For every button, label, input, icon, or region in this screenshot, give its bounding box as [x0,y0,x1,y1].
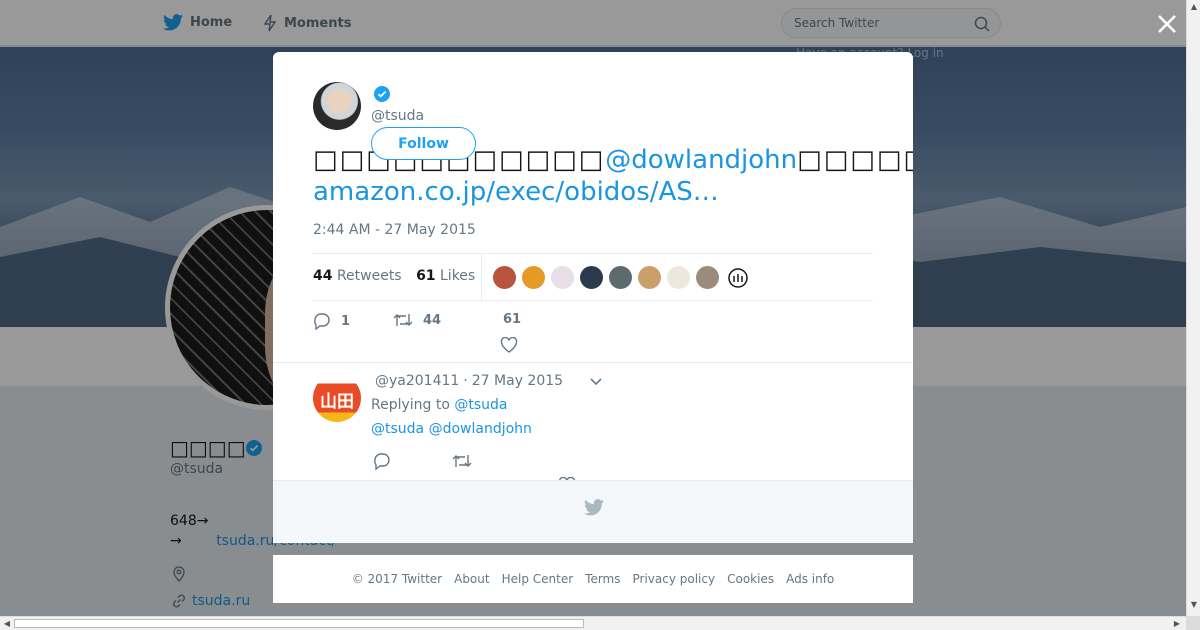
reply-icon [314,313,330,330]
liker-avatar[interactable] [580,266,603,289]
footer-link[interactable]: © 2017 Twitter [352,572,442,586]
tweet-timestamp[interactable]: 2:44 AM - 27 May 2015 [313,222,476,238]
tweet-text-line: amazon.co.jp/exec/obidos/AS… [313,176,913,208]
scroll-right-arrow[interactable]: ▶ [1170,617,1184,630]
retweet-count: 44 [423,312,442,328]
retweet-icon [393,314,413,326]
footer-link[interactable]: Privacy policy [633,572,716,586]
tweet-mention-link[interactable]: @dowlandjohn [605,145,797,175]
vertical-scrollbar[interactable]: ▲ ▼ [1186,0,1200,616]
reply-text[interactable]: @tsuda @dowlandjohn [371,421,532,437]
liker-avatar[interactable] [667,266,690,289]
replying-to-label: Replying to [371,397,450,413]
modal-footer [273,480,913,543]
reply-avatar-text: 山田 [320,392,354,412]
retweet-icon[interactable] [452,453,472,469]
tweet-author-handle[interactable]: @tsuda [371,108,424,124]
tweet-stats: 44 Retweets 61 Likes [313,253,873,301]
tweet-text-segment: □□□□□□□□□□□□□□□□□□□□□□□□□□□□□□□□□ [797,145,913,175]
twitter-bird-icon [584,499,604,516]
more-likers-icon[interactable] [726,266,750,290]
horizontal-scroll-thumb[interactable] [14,619,584,628]
reply-count: 1 [341,313,351,329]
tweet-actions: 1 44 61 [313,312,873,358]
footer-link[interactable]: Cookies [727,572,774,586]
tweet-author-avatar[interactable] [313,82,361,130]
tweet-permalink-modal: @tsuda □□□□□□□□□□□@dowlandjohn□□□□□□□□□□… [273,52,913,543]
separator-dot: · [463,373,468,389]
liker-avatar[interactable] [638,266,661,289]
verified-badge-icon [374,86,390,102]
replying-to-link[interactable]: @tsuda [454,397,507,413]
liker-avatar[interactable] [522,266,545,289]
modal-divider [273,362,913,363]
scrollbar-corner [1186,616,1200,630]
site-footer: © 2017 Twitter About Help Center Terms Priva… [273,555,913,603]
likes-stat[interactable]: 61 Likes [416,268,475,284]
retweet-action[interactable]: 44 [393,312,441,328]
tweet-stat-counts: 44 Retweets 61 Likes [313,268,475,284]
like-heart-icon[interactable] [500,337,518,353]
replying-to-line: Replying to @tsuda [371,397,508,413]
liker-avatar[interactable] [696,266,719,289]
reply-date[interactable]: 27 May 2015 [472,373,563,389]
chevron-down-icon[interactable] [589,376,603,388]
close-icon[interactable] [1155,12,1179,36]
follow-button[interactable]: Follow [371,127,476,160]
footer-link[interactable]: Help Center [502,572,574,586]
liker-avatar[interactable] [551,266,574,289]
reply-header: @ya201411 · 27 May 2015 [375,373,563,389]
footer-link[interactable]: Terms [585,572,620,586]
stats-divider [481,254,482,300]
reply-action[interactable]: 1 [313,312,350,330]
horizontal-scrollbar[interactable]: ◀ ▶ [0,616,1186,630]
reply-icon[interactable] [373,452,391,470]
reply-author-handle[interactable]: @ya201411 [375,373,459,389]
scroll-up-arrow[interactable]: ▲ [1187,0,1200,14]
like-count: 61 [503,312,522,327]
tweet-url-link[interactable]: amazon.co.jp/exec/obidos/AS… [313,177,719,207]
scroll-down-arrow[interactable]: ▼ [1187,598,1200,612]
reply-author-avatar[interactable]: 山田 [313,374,361,422]
retweets-stat[interactable]: 44 Retweets [313,268,402,284]
footer-link[interactable]: About [454,572,489,586]
footer-link[interactable]: Ads info [786,572,834,586]
liker-avatar[interactable] [609,266,632,289]
scroll-left-arrow[interactable]: ◀ [0,617,14,630]
liker-avatar[interactable] [493,266,516,289]
